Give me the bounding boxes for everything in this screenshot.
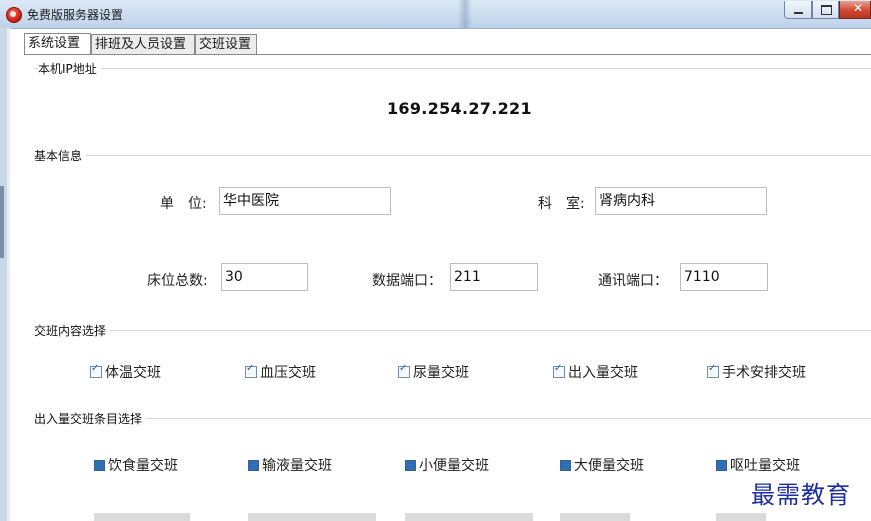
unit-field[interactable]: 华中医院 [219,187,391,215]
checkbox-label: 呕吐量交班 [730,458,800,474]
checkbox-label: 出入量交班 [568,365,638,381]
checkbox-infusion[interactable]: 输液量交班 [248,455,332,475]
beds-field[interactable]: 30 [221,263,308,291]
checkbox-label: 尿量交班 [413,365,469,381]
checkbox-vomit[interactable]: 呕吐量交班 [716,455,800,475]
comm-port-label: 通讯端口： [598,273,668,289]
maximize-button[interactable] [812,1,839,19]
checkbox-indeterminate-icon [94,460,105,471]
checkbox-label: 大便量交班 [574,458,644,474]
io-group-border [34,418,871,419]
checkbox-indeterminate-icon [560,460,571,471]
checkbox-indeterminate-icon [405,460,416,471]
window-titlebar: 免费版服务器设置 ✕ [0,0,871,29]
checkbox-label: 输液量交班 [262,458,332,474]
data-port-field[interactable]: 211 [450,263,538,291]
data-port-label: 数据端口： [372,273,442,289]
checkbox-checked-icon [245,363,257,378]
cutoff-row-item [716,513,766,521]
window-title: 免费版服务器设置 [27,8,124,22]
checkbox-urine[interactable]: 尿量交班 [398,362,469,382]
left-window-edge [0,28,10,521]
beds-label: 床位总数: [147,273,208,289]
titlebar-glare [458,0,472,28]
watermark-text: 最需教育 [751,481,851,509]
close-icon: ✕ [853,1,864,15]
checkbox-label: 手术安排交班 [722,365,806,381]
checkbox-blood-pressure[interactable]: 血压交班 [245,362,316,382]
shift-content-group-title: 交班内容选择 [34,322,111,339]
comm-port-field[interactable]: 7110 [680,263,768,291]
app-icon [6,7,22,23]
checkbox-label: 体温交班 [105,365,161,381]
checkbox-label: 小便量交班 [419,458,489,474]
checkbox-diet[interactable]: 饮食量交班 [94,455,178,475]
tab-handover-settings[interactable]: 交班设置 [195,34,257,54]
ip-group-title: 本机IP地址 [38,60,101,77]
checkbox-checked-icon [707,363,719,378]
checkbox-label: 饮食量交班 [108,458,178,474]
checkbox-stool[interactable]: 大便量交班 [560,455,644,475]
cutoff-row-item [405,513,533,521]
ip-address: 169.254.27.221 [387,99,532,118]
cutoff-row-item [248,513,376,521]
checkbox-indeterminate-icon [248,460,259,471]
ip-group-border [34,68,871,69]
shift-content-group-border [34,330,871,331]
checkbox-intake-output[interactable]: 出入量交班 [553,362,638,382]
cutoff-row-item [94,513,190,521]
dept-field[interactable]: 肾病内科 [595,187,767,215]
dept-label: 科 室: [538,196,585,212]
close-button[interactable]: ✕ [839,1,871,19]
tab-system-settings[interactable]: 系统设置 [24,33,91,55]
cutoff-row-item [560,513,630,521]
basic-group-title: 基本信息 [34,147,87,164]
checkbox-surgery[interactable]: 手术安排交班 [707,362,806,382]
minimize-button[interactable] [784,1,812,19]
checkbox-checked-icon [90,363,102,378]
checkbox-urination[interactable]: 小便量交班 [405,455,489,475]
checkbox-indeterminate-icon [716,460,727,471]
io-group-title: 出入量交班条目选择 [34,410,147,427]
checkbox-checked-icon [553,363,565,378]
checkbox-temperature[interactable]: 体温交班 [90,362,161,382]
checkbox-checked-icon [398,363,410,378]
basic-group-border [34,155,871,156]
tab-divider [24,54,871,55]
left-edge-marker [0,186,4,258]
unit-label: 单 位: [160,196,207,212]
tab-schedule-staff[interactable]: 排班及人员设置 [91,34,195,54]
checkbox-label: 血压交班 [260,365,316,381]
